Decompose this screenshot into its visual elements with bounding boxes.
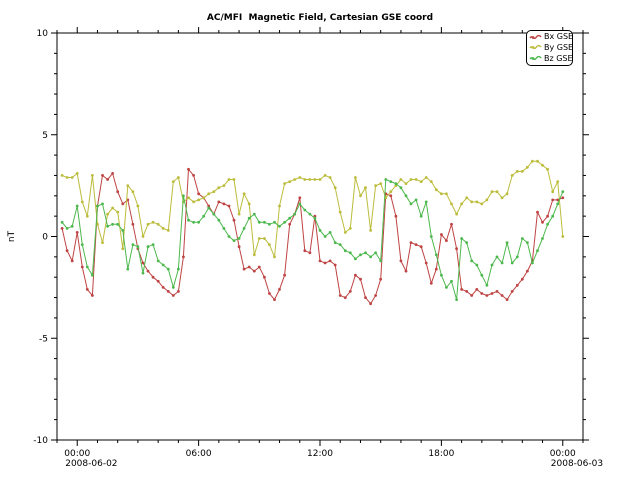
y-tick-label: 5 [42,131,48,141]
x-axis-labels: 00:0006:0012:0018:0000:002008-06-022008-… [64,449,603,469]
x-tick-label: 18:00 [428,449,454,459]
legend-entry-bz: Bz GSE [529,54,570,64]
y-axis-labels: 10 5 0 -5 -10 [33,29,48,446]
plot-svg: 00:0006:0012:0018:0000:002008-06-022008-… [0,0,640,480]
bz-line-marker-icon [529,54,542,63]
legend-label-bx: Bx GSE [544,33,573,41]
bx-line-marker-icon [529,33,542,42]
legend: Bx GSE By GSE Bz GSE [526,30,573,66]
series-bz-gse-line [62,180,563,300]
y-tick-label: 10 [37,29,49,39]
y-tick-label: 0 [42,233,48,243]
x-tick-label: 12:00 [307,449,333,459]
y-axis-ticks [51,33,589,440]
plot-window: AC/MFI Magnetic Field, Cartesian GSE coo… [0,0,640,480]
x-tick-label: 06:00 [186,449,212,459]
y-tick-label: -5 [39,334,48,344]
series-bx-gse [61,168,564,305]
legend-entry-by: By GSE [529,43,570,53]
legend-label-by: By GSE [544,44,573,52]
by-line-marker-icon [529,43,542,52]
x-date-label-right: 2008-06-03 [551,459,603,469]
legend-label-bz: Bz GSE [544,55,573,63]
x-date-label-left: 2008-06-02 [65,459,117,469]
series-by-gse-line [62,161,563,257]
y-tick-label: -10 [33,436,48,446]
series-by-gse [61,160,564,258]
legend-entry-bx: Bx GSE [529,32,570,42]
x-tick-label: 00:00 [550,449,576,459]
y-axis-title: nT [7,230,17,242]
x-tick-label: 00:00 [64,449,90,459]
